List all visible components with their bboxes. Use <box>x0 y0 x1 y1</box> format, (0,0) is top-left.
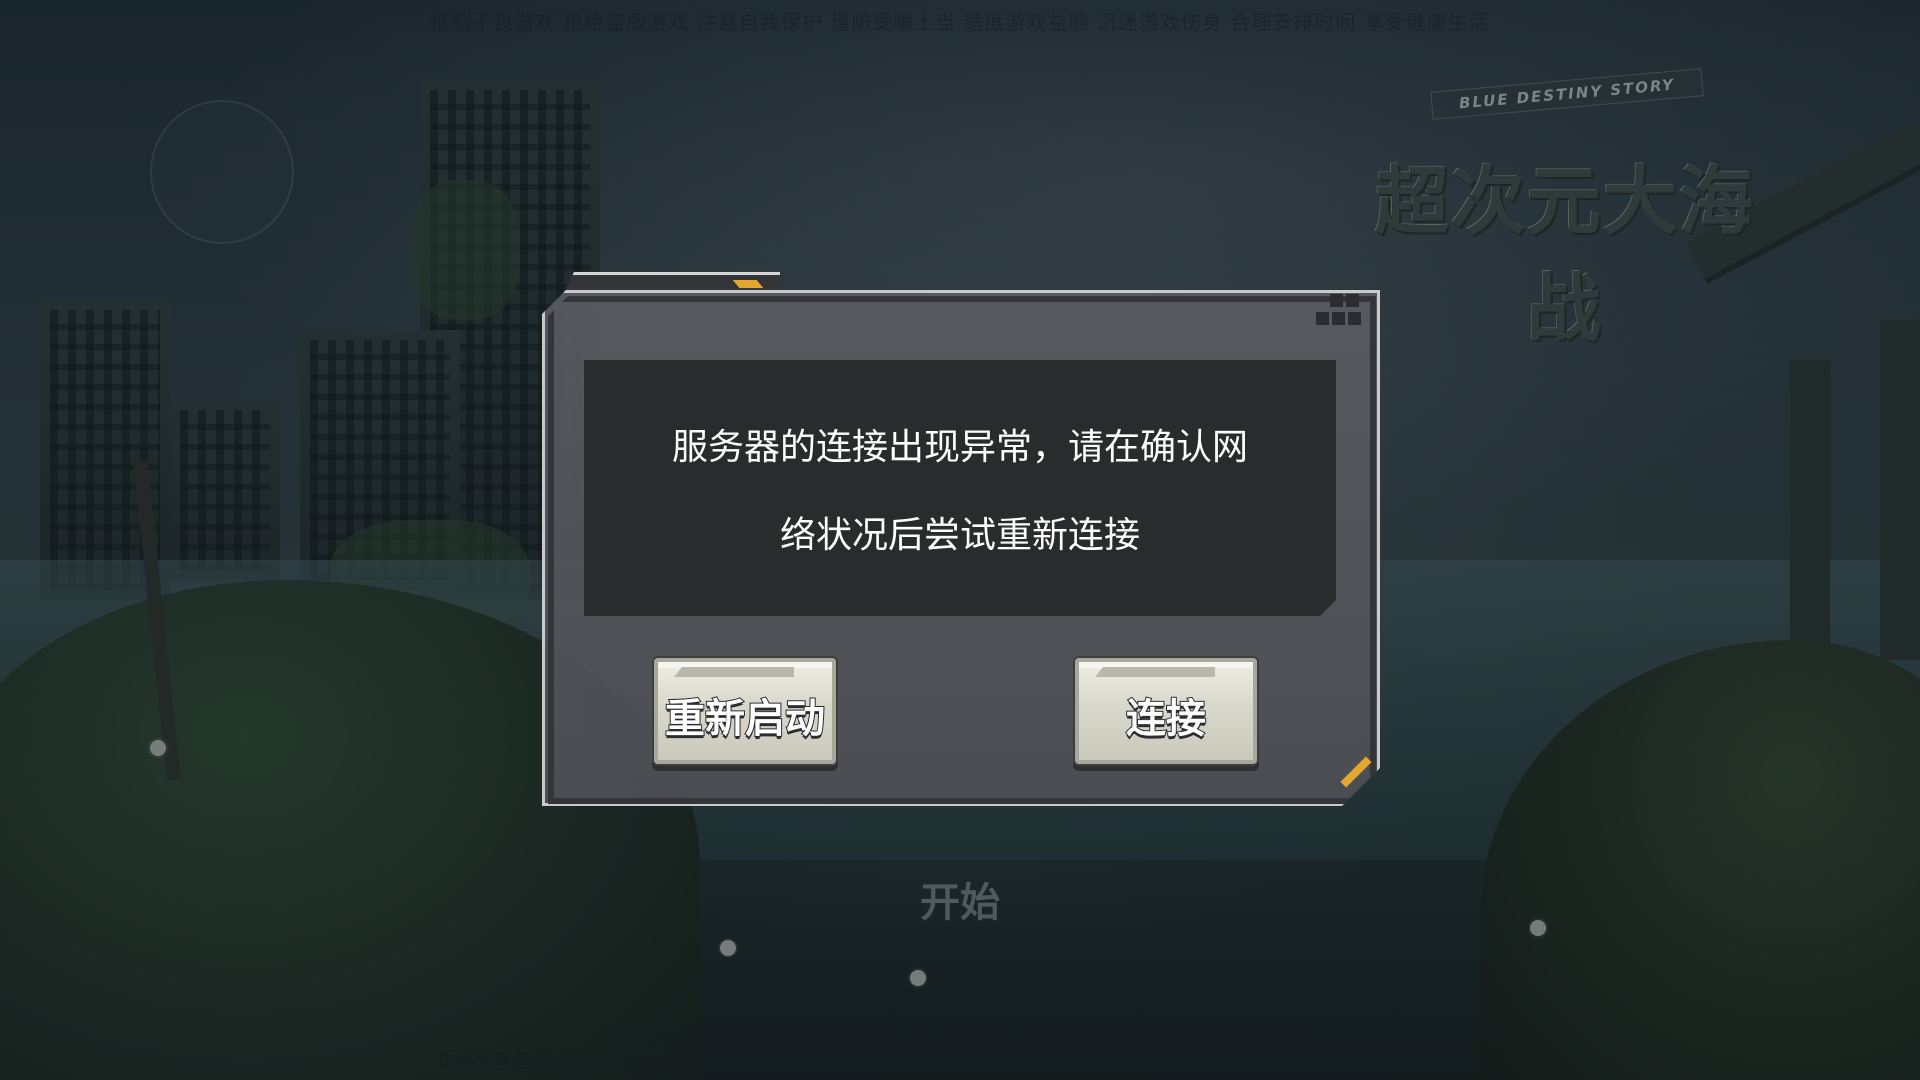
game-screen: 抵制不良游戏 拒绝盗版游戏 注意自我保护 谨防受骗上当 适度游戏益脑 沉迷游戏伤… <box>0 0 1920 1080</box>
restart-button-label: 重新启动 <box>664 695 826 743</box>
connection-error-dialog: 服务器的连接出现异常，请在确认网 络状况后尝试重新连接 重新启动 连接 <box>542 272 1378 804</box>
copyright-line: 审批文号:国新出审[2019]1119号 出版文号:沪新出科数[2018]243… <box>437 1052 1483 1073</box>
grid-decoration <box>1316 294 1368 336</box>
message-panel: 服务器的连接出现异常，请在确认网 络状况后尝试重新连接 <box>584 360 1336 616</box>
copyright-line: 著作权人:江苏甲子网络科技股份有限公司 出版单位:上海交通大学电子音像出版社有限… <box>600 1026 1320 1047</box>
restart-button[interactable]: 重新启动 <box>652 656 838 766</box>
error-message: 服务器的连接出现异常，请在确认网 络状况后尝试重新连接 <box>671 427 1248 556</box>
game-logo: BLUE DESTINY STORY 超次元大海战 <box>1345 68 1795 352</box>
start-button: 开始 <box>920 880 1000 926</box>
logo-title: 超次元大海战 <box>1375 159 1755 352</box>
connect-button-label: 连接 <box>1125 695 1207 743</box>
health-advisory-banner: 抵制不良游戏 拒绝盗版游戏 注意自我保护 谨防受骗上当 适度游戏益脑 沉迷游戏伤… <box>430 10 1490 34</box>
connect-button[interactable]: 连接 <box>1073 656 1259 766</box>
logo-subtitle: BLUE DESTINY STORY <box>1430 68 1704 120</box>
